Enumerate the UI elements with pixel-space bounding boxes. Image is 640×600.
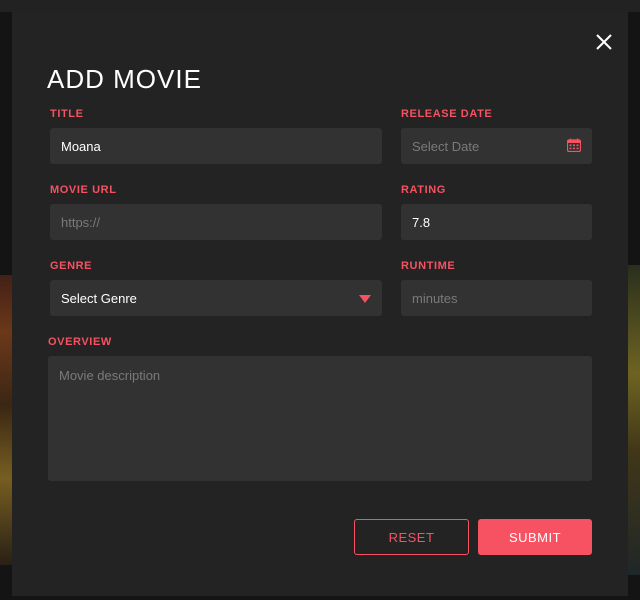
submit-button[interactable]: SUBMIT [478,519,592,555]
rating-label: RATING [401,184,446,196]
background-poster-right [628,265,640,575]
genre-label: GENRE [50,260,93,272]
title-input[interactable] [50,128,382,164]
modal-title: ADD MOVIE [47,64,202,94]
rating-input[interactable] [401,204,592,240]
release-date-field[interactable]: Select Date [401,128,592,164]
genre-select[interactable]: Select Genre [50,280,382,316]
movie-url-input[interactable] [50,204,382,240]
title-label: TITLE [50,108,84,120]
calendar-icon[interactable] [566,138,582,155]
runtime-input[interactable] [401,280,592,316]
overview-label: OVERVIEW [48,336,112,348]
caret-down-icon [359,291,371,306]
close-icon[interactable] [594,32,614,52]
background-poster-left [0,275,12,565]
background-header [0,0,640,12]
runtime-label: RUNTIME [401,260,456,272]
reset-button[interactable]: RESET [354,519,469,555]
genre-selected-value: Select Genre [61,290,137,306]
release-date-label: RELEASE DATE [401,108,493,120]
release-date-placeholder: Select Date [412,138,480,154]
movie-url-label: MOVIE URL [50,184,117,196]
add-movie-modal: ADD MOVIE TITLE RELEASE DATE Select Date… [12,12,628,596]
overview-textarea[interactable] [48,356,592,481]
